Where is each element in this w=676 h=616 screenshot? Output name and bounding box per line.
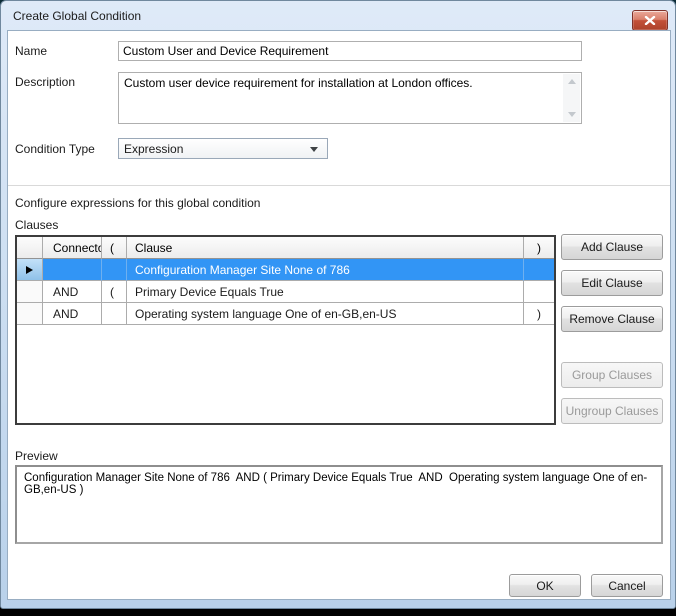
table-header-row: Connector ( Clause ) [17,237,554,259]
name-input[interactable] [118,41,582,61]
cell-close-paren [524,259,554,281]
description-input[interactable]: Custom user device requirement for insta… [118,72,582,124]
cell-clause: Operating system language One of en-GB,e… [127,303,524,325]
edit-clause-button[interactable]: Edit Clause [561,270,663,296]
cell-open-paren [102,303,127,325]
add-clause-button[interactable]: Add Clause [561,234,663,260]
condition-type-select[interactable]: Expression [118,138,328,159]
titlebar: Create Global Condition [1,1,675,30]
description-value: Custom user device requirement for insta… [124,76,557,90]
cell-close-paren [524,281,554,303]
selected-row-indicator [17,259,43,281]
table-row[interactable]: Configuration Manager Site None of 786 [17,259,554,281]
table-row[interactable]: AND ( Primary Device Equals True [17,281,554,303]
col-header-connector[interactable]: Connector [43,237,102,259]
col-header-open-paren[interactable]: ( [102,237,127,259]
remove-clause-button[interactable]: Remove Clause [561,306,663,332]
ungroup-clauses-button[interactable]: Ungroup Clauses [561,398,663,424]
close-icon [644,16,656,25]
section-heading: Configure expressions for this global co… [15,196,260,210]
row-selector-header [17,237,43,259]
condition-type-label: Condition Type [15,142,95,156]
chevron-down-icon [310,147,318,152]
scroll-down-icon[interactable] [563,107,580,122]
screen: Create Global Condition Name Description… [0,0,676,616]
table-row[interactable]: AND Operating system language One of en-… [17,303,554,325]
cancel-button[interactable]: Cancel [591,574,663,597]
dialog-create-global-condition: Create Global Condition Name Description… [0,0,676,609]
section-divider [8,185,670,186]
col-header-close-paren[interactable]: ) [524,237,554,259]
cell-open-paren [102,259,127,281]
cell-connector: AND [43,281,102,303]
name-label: Name [15,44,47,58]
close-button[interactable] [632,10,668,31]
clauses-table: Connector ( Clause ) Configuration Manag… [15,235,556,425]
row-selector [17,303,43,325]
cell-connector: AND [43,303,102,325]
preview-box: Configuration Manager Site None of 786 A… [15,465,663,544]
preview-value: Configuration Manager Site None of 786 A… [24,472,655,496]
description-scrollbar[interactable] [563,74,580,122]
group-clauses-button[interactable]: Group Clauses [561,362,663,388]
row-pointer-icon [26,266,33,274]
condition-type-value: Expression [124,142,183,156]
cell-clause: Primary Device Equals True [127,281,524,303]
preview-label: Preview [15,449,58,463]
description-label: Description [15,75,75,89]
row-selector [17,281,43,303]
col-header-clause[interactable]: Clause [127,237,524,259]
cell-close-paren: ) [524,303,554,325]
cell-open-paren: ( [102,281,127,303]
cell-connector [43,259,102,281]
scroll-up-icon[interactable] [563,74,580,89]
window-title: Create Global Condition [13,9,141,23]
ok-button[interactable]: OK [509,574,581,597]
clauses-label: Clauses [15,218,58,232]
cell-clause: Configuration Manager Site None of 786 [127,259,524,281]
